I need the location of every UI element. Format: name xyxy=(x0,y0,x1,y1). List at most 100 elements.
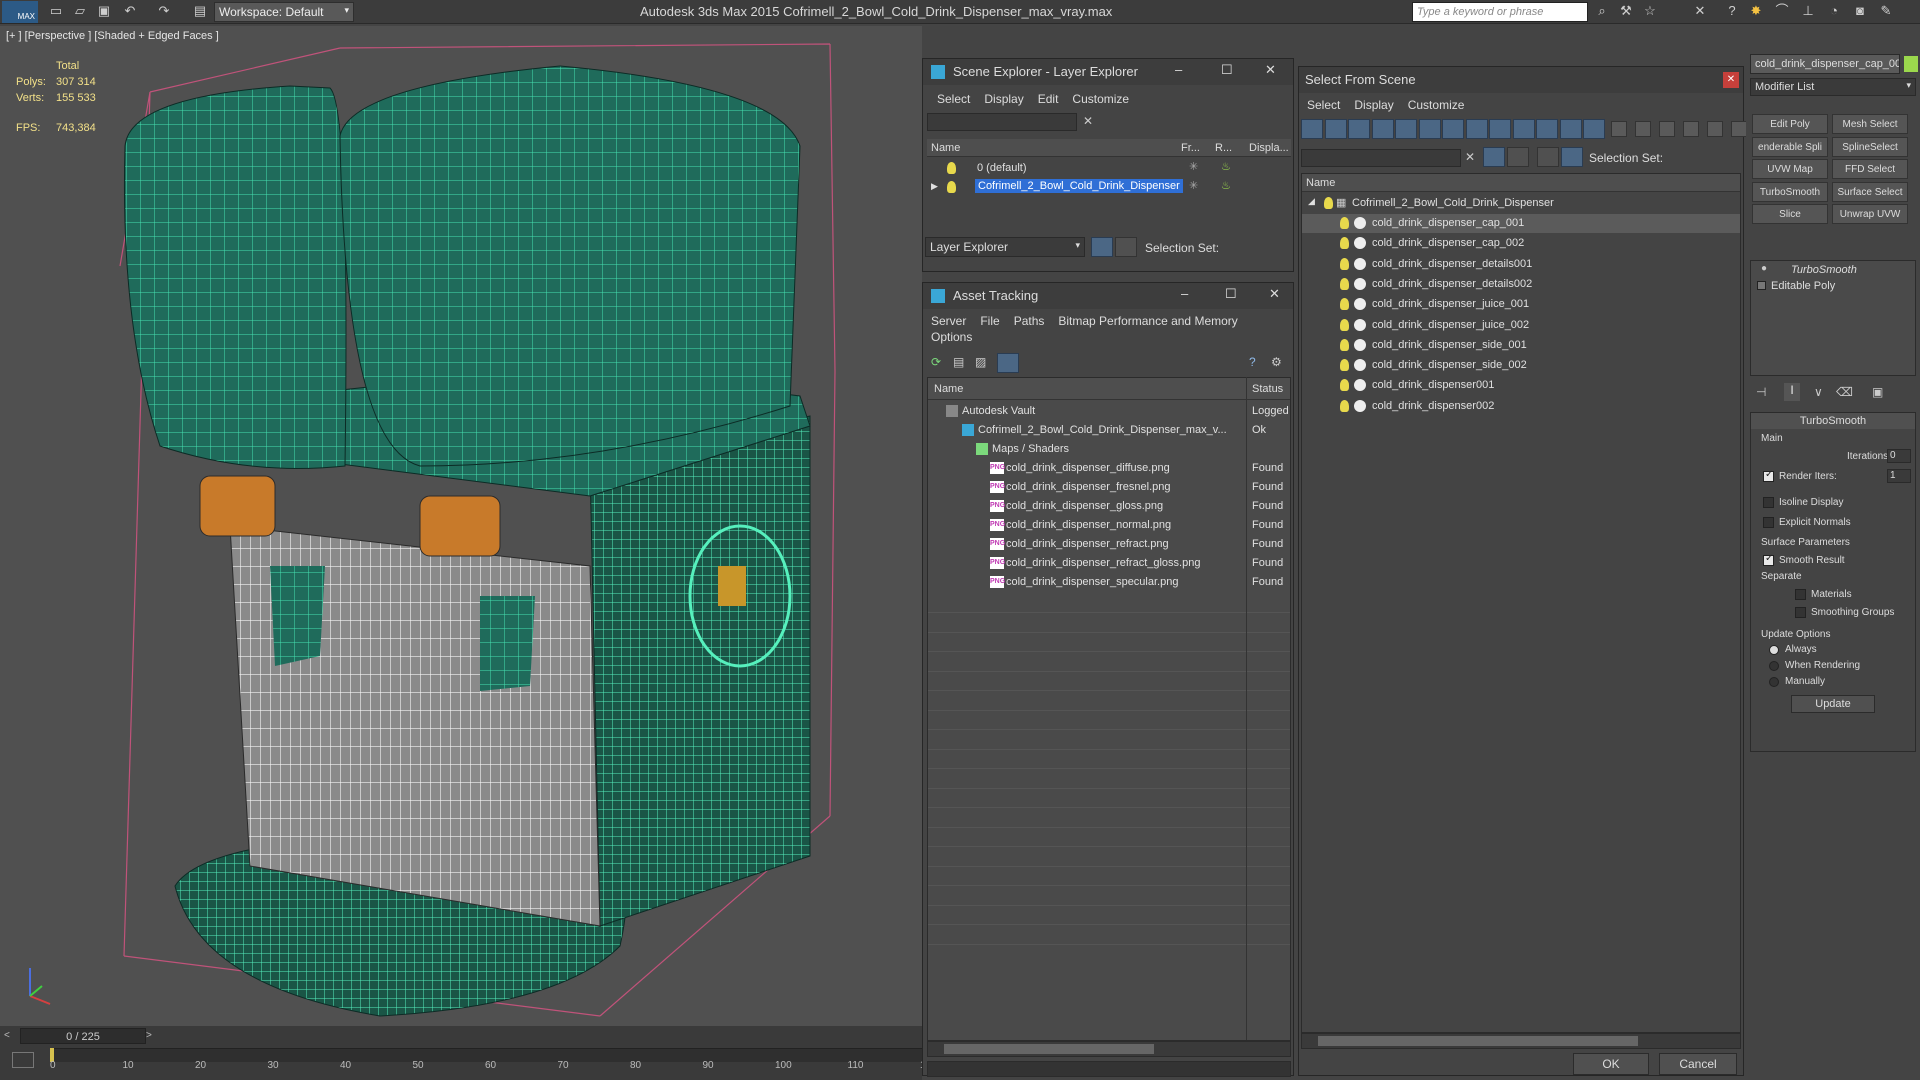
modifier-button[interactable]: Slice xyxy=(1752,204,1828,224)
modify-icon[interactable]: ⌒ xyxy=(1774,3,1790,19)
workspace-dropdown[interactable]: Workspace: Default ▾ xyxy=(214,2,354,22)
scene-explorer-window[interactable]: Scene Explorer - Layer Explorer – ☐ ✕ Se… xyxy=(922,58,1294,272)
lightbulb-icon[interactable] xyxy=(1340,318,1349,331)
object-row[interactable]: cold_drink_dispenser_details002 xyxy=(1302,275,1740,294)
lightbulb-icon[interactable] xyxy=(1340,399,1349,412)
filter-shapes-icon[interactable] xyxy=(1348,119,1370,139)
object-row[interactable]: cold_drink_dispenser002 xyxy=(1302,397,1740,416)
ok-button[interactable]: OK xyxy=(1573,1053,1649,1075)
layers-icon[interactable] xyxy=(1507,147,1529,167)
menu-display[interactable]: Display xyxy=(984,92,1023,106)
filter-lights-icon[interactable] xyxy=(1371,119,1394,139)
menu-edit[interactable]: Edit xyxy=(1038,92,1059,106)
configure-sets-icon[interactable]: ▣ xyxy=(1872,385,1883,399)
select-invert-icon[interactable] xyxy=(1659,121,1675,137)
scene-explorer-search[interactable] xyxy=(927,113,1077,131)
filter-containers-icon[interactable] xyxy=(1536,119,1558,139)
filter-cameras-icon[interactable] xyxy=(1395,119,1417,139)
save-icon[interactable]: ▣ xyxy=(96,3,112,19)
modifier-button[interactable]: SplineSelect xyxy=(1832,136,1908,157)
lightbulb-icon[interactable] xyxy=(1340,237,1349,250)
settings-icon[interactable]: ⚙ xyxy=(1271,355,1282,369)
isoline-checkbox[interactable] xyxy=(1763,497,1774,508)
sets-icon[interactable] xyxy=(1537,147,1559,167)
smooth-result-checkbox[interactable] xyxy=(1763,553,1774,566)
column-render[interactable]: R... xyxy=(1215,142,1232,154)
tree-root-row[interactable]: ◢ ▦ Cofrimell_2_Bowl_Cold_Drink_Dispense… xyxy=(1302,194,1740,213)
explicit-normals-checkbox[interactable] xyxy=(1763,517,1774,528)
column-display[interactable]: Displa... xyxy=(1249,142,1289,154)
menu-file[interactable]: File xyxy=(980,314,999,328)
filter-geometry-icon[interactable] xyxy=(1324,119,1347,139)
filter-helpers-icon[interactable] xyxy=(1418,119,1441,139)
display-icon[interactable]: ◙ xyxy=(1852,3,1868,19)
object-row[interactable]: cold_drink_dispenser_juice_001 xyxy=(1302,295,1740,314)
select-none-icon[interactable] xyxy=(1635,121,1651,137)
next-frame-button[interactable]: > xyxy=(146,1030,152,1041)
menu-paths[interactable]: Paths xyxy=(1014,314,1045,328)
lightbulb-icon[interactable] xyxy=(1340,379,1349,392)
utilities-icon[interactable]: ✎ xyxy=(1878,3,1894,19)
layers-icon[interactable] xyxy=(1091,237,1113,257)
cancel-button[interactable]: Cancel xyxy=(1659,1053,1737,1075)
object-color-swatch[interactable] xyxy=(1904,56,1918,72)
materials-checkbox[interactable] xyxy=(1795,589,1806,600)
scene-object-tree[interactable]: Name ◢ ▦ Cofrimell_2_Bowl_Cold_Drink_Dis… xyxy=(1301,173,1741,1033)
mini-curve-icon[interactable] xyxy=(12,1052,34,1068)
object-row[interactable]: cold_drink_dispenser_juice_002 xyxy=(1302,316,1740,335)
modifier-button[interactable]: enderable Spli xyxy=(1752,136,1828,157)
expand-all-icon[interactable] xyxy=(1731,121,1747,137)
asset-row[interactable]: PNG cold_drink_dispenser_refract.png Found xyxy=(928,535,1290,554)
filter-xrefs-icon[interactable] xyxy=(1489,119,1511,139)
asset-row[interactable]: PNG cold_drink_dispenser_refract_gloss.pn… xyxy=(928,554,1290,573)
help-icon[interactable]: ? xyxy=(1249,355,1256,369)
horizontal-scrollbar[interactable] xyxy=(1301,1033,1741,1049)
filter-groups-icon[interactable] xyxy=(1465,119,1488,139)
binoculars-icon[interactable]: ⌕ xyxy=(1594,3,1610,19)
maximize-icon[interactable]: ☐ xyxy=(1225,286,1237,302)
asset-row[interactable]: PNG cold_drink_dispenser_diffuse.png Found xyxy=(928,459,1290,478)
modifier-button[interactable]: Surface Select xyxy=(1832,181,1908,202)
object-row[interactable]: cold_drink_dispenser_details001 xyxy=(1302,255,1740,274)
asset-table[interactable]: Name Status Autodesk Vault Logged Cofrimel… xyxy=(927,377,1291,1041)
always-radio[interactable] xyxy=(1769,645,1779,655)
help-icon[interactable]: ? xyxy=(1724,3,1740,19)
lightbulb-small-icon[interactable]: ● xyxy=(1761,263,1767,274)
maximize-icon[interactable]: ☐ xyxy=(1221,62,1233,78)
star-icon[interactable]: ☆ xyxy=(1642,3,1658,19)
select-all-icon[interactable] xyxy=(1611,121,1627,137)
menu-select[interactable]: Select xyxy=(937,92,970,106)
lightbulb-icon[interactable] xyxy=(1340,338,1349,351)
iterations-spinner[interactable]: 0 xyxy=(1887,449,1911,463)
stack-turbosmooth[interactable]: TurboSmooth xyxy=(1791,264,1857,276)
select-search-input[interactable] xyxy=(1301,149,1461,167)
menu-server[interactable]: Server xyxy=(931,314,966,328)
scrollbar-thumb[interactable] xyxy=(944,1044,1154,1054)
render-iters-spinner[interactable]: 1 xyxy=(1887,469,1911,483)
asset-tracking-title[interactable]: Asset Tracking – ☐ ✕ xyxy=(923,283,1293,309)
clear-search-icon[interactable]: ✕ xyxy=(1465,150,1475,164)
asset-tracking-window[interactable]: Asset Tracking – ☐ ✕ Server File Paths Bitm… xyxy=(922,282,1294,1077)
modifier-button[interactable]: Unwrap UVW xyxy=(1832,204,1908,224)
menu-select[interactable]: Select xyxy=(1307,98,1340,112)
object-row[interactable]: cold_drink_dispenser_cap_001 xyxy=(1302,214,1740,233)
remove-modifier-icon[interactable]: ⌫ xyxy=(1836,385,1853,399)
expand-box-icon[interactable] xyxy=(1757,281,1766,290)
scene-explorer-title[interactable]: Scene Explorer - Layer Explorer – ☐ ✕ xyxy=(923,59,1293,85)
layer-row-dispenser[interactable]: ▶ Cofrimell_2_Bowl_Cold_Drink_Dispenser … xyxy=(923,178,1293,197)
explorer-type-dropdown[interactable]: Layer Explorer ▾ xyxy=(925,237,1085,257)
app-logo[interactable]: MAX xyxy=(2,1,38,23)
column-name[interactable]: Name xyxy=(1306,177,1335,189)
object-row[interactable]: cold_drink_dispenser_side_002 xyxy=(1302,356,1740,375)
render-iters-checkbox[interactable] xyxy=(1763,469,1774,482)
select-from-scene-window[interactable]: Select From Scene ✕ Select Display Customi… xyxy=(1298,66,1747,1076)
create-icon[interactable]: ✸ xyxy=(1748,3,1764,19)
filter-frozen-icon[interactable] xyxy=(1559,119,1582,139)
column-freeze[interactable]: Fr... xyxy=(1181,142,1200,154)
object-row[interactable]: cold_drink_dispenser_cap_002 xyxy=(1302,234,1740,253)
hierarchy-icon[interactable]: ⊥ xyxy=(1800,3,1816,19)
close-icon[interactable]: ✕ xyxy=(1269,286,1280,302)
close-x-icon[interactable]: ✕ xyxy=(1692,3,1708,19)
manually-radio[interactable] xyxy=(1769,677,1779,687)
open-file-icon[interactable]: ▱ xyxy=(72,3,88,19)
